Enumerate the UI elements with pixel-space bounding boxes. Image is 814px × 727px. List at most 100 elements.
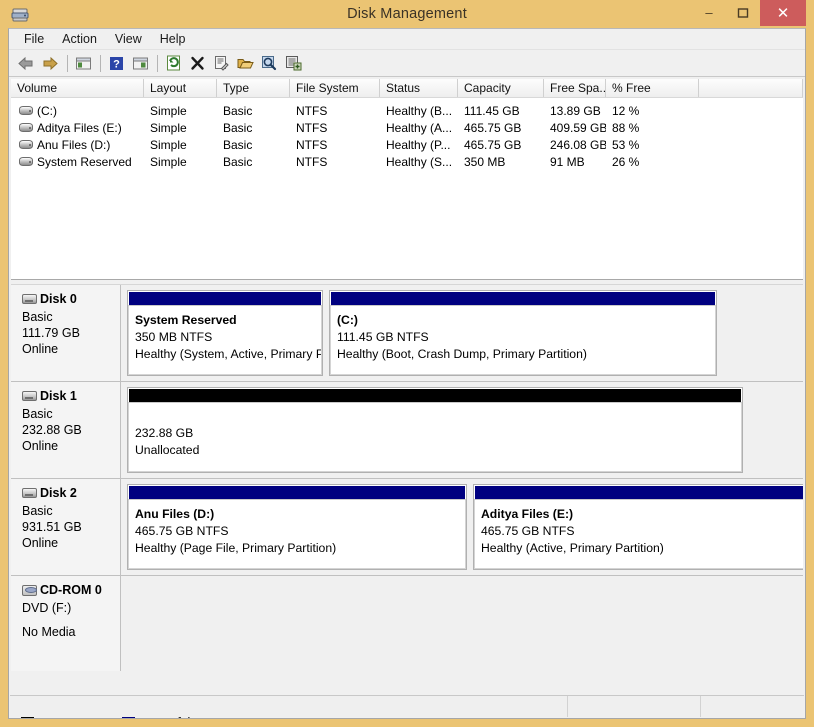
partition-color-bar: [128, 388, 742, 402]
cell-type: Basic: [223, 154, 253, 169]
help-icon[interactable]: ?: [105, 52, 127, 74]
partition-details: 232.88 GB Unallocated: [128, 402, 742, 472]
cell-volume-label: Anu Files (D:): [37, 137, 111, 152]
cell-layout: Simple: [150, 137, 187, 152]
disk-info-cdrom-0: CD-ROM 0 DVD (F:) No Media: [11, 576, 121, 671]
menu-file[interactable]: File: [15, 30, 53, 49]
disk-info-disk-0: Disk 0 Basic 111.79 GB Online: [11, 285, 121, 381]
disk-row-cdrom-0[interactable]: CD-ROM 0 DVD (F:) No Media: [11, 576, 803, 671]
menu-help[interactable]: Help: [151, 30, 195, 49]
cell-volume-label: System Reserved: [37, 154, 132, 169]
disk-row-disk-0[interactable]: Disk 0 Basic 111.79 GB Online System Res…: [11, 285, 803, 382]
menu-view[interactable]: View: [106, 30, 151, 49]
partition-name: Anu Files (D:): [135, 507, 215, 521]
disk-type-label: Basic: [22, 310, 53, 324]
column-header-file-system[interactable]: File System: [290, 79, 380, 97]
disk-title-disk-1: Disk 1: [22, 389, 120, 403]
up-one-level-icon[interactable]: [72, 52, 94, 74]
rescan-disks-icon[interactable]: [162, 52, 184, 74]
cell-type: Basic: [223, 120, 253, 135]
svg-text:?: ?: [113, 58, 120, 70]
disk-partitions-disk-2: Anu Files (D:) 465.75 GB NTFS Healthy (P…: [121, 479, 803, 575]
disk-size-label: 931.51 GB: [22, 520, 82, 534]
drive-icon: [19, 106, 33, 115]
tool-bar: ?: [9, 50, 805, 77]
disk-row-disk-1[interactable]: Disk 1 Basic 232.88 GB Online 232.88 GB …: [11, 382, 803, 479]
column-header-filler[interactable]: [699, 79, 803, 97]
partition-details: System Reserved 350 MB NTFS Healthy (Sys…: [128, 305, 322, 375]
partition-details: (C:) 111.45 GB NTFS Healthy (Boot, Crash…: [330, 305, 716, 375]
forward-icon[interactable]: [39, 52, 61, 74]
partition-name: (C:): [337, 313, 358, 327]
column-header-status[interactable]: Status: [380, 79, 458, 97]
disk-partitions-disk-1: 232.88 GB Unallocated: [121, 382, 803, 478]
maximize-button[interactable]: [726, 0, 760, 26]
disk-title-cdrom-0: CD-ROM 0: [22, 583, 120, 597]
column-header-volume[interactable]: Volume: [11, 79, 144, 97]
disk-name-label: CD-ROM 0: [40, 583, 102, 597]
menu-bar: File Action View Help: [9, 29, 805, 50]
cell-percent-free: 88 %: [612, 120, 640, 135]
export-list-icon[interactable]: [282, 52, 304, 74]
cell-volume: Aditya Files (E:): [11, 121, 144, 135]
partition-aditya-files-e[interactable]: Aditya Files (E:) 465.75 GB NTFS Healthy…: [473, 484, 803, 570]
column-header-free-space[interactable]: Free Spa...: [544, 79, 606, 97]
cell-capacity: 465.75 GB: [464, 137, 522, 152]
drive-icon: [19, 123, 33, 132]
toolbar-separator: [100, 54, 101, 72]
column-header-layout[interactable]: Layout: [144, 79, 217, 97]
search-icon[interactable]: [258, 52, 280, 74]
show-hide-console-tree-icon[interactable]: [129, 52, 151, 74]
disk-partitions-disk-0: System Reserved 350 MB NTFS Healthy (Sys…: [121, 285, 803, 381]
table-row[interactable]: (C:) Simple Basic NTFS Healthy (B... 111…: [11, 102, 803, 119]
properties-icon[interactable]: [210, 52, 232, 74]
disk-type-label: Basic: [22, 407, 53, 421]
cell-percent-free: 12 %: [612, 103, 640, 118]
menu-action[interactable]: Action: [53, 30, 106, 49]
close-button[interactable]: ✕: [760, 0, 806, 26]
minimize-button[interactable]: –: [692, 0, 726, 26]
cell-volume: System Reserved: [11, 155, 144, 169]
table-row[interactable]: Aditya Files (E:) Simple Basic NTFS Heal…: [11, 119, 803, 136]
delete-icon[interactable]: [186, 52, 208, 74]
cell-file-system: NTFS: [296, 154, 328, 169]
partition-system-reserved[interactable]: System Reserved 350 MB NTFS Healthy (Sys…: [127, 290, 323, 376]
cell-volume: Anu Files (D:): [11, 138, 144, 152]
disk-row-disk-2[interactable]: Disk 2 Basic 931.51 GB Online Anu Files …: [11, 479, 803, 576]
cell-layout: Simple: [150, 103, 187, 118]
column-header-type[interactable]: Type: [217, 79, 290, 97]
volume-list-body: (C:) Simple Basic NTFS Healthy (B... 111…: [11, 98, 803, 170]
partition-unallocated[interactable]: 232.88 GB Unallocated: [127, 387, 743, 473]
partition-size-fs: 465.75 GB NTFS: [135, 524, 229, 538]
disk-graphical-view: Disk 0 Basic 111.79 GB Online System Res…: [11, 285, 803, 700]
column-header-capacity[interactable]: Capacity: [458, 79, 544, 97]
table-row[interactable]: System Reserved Simple Basic NTFS Health…: [11, 153, 803, 170]
partition-color-bar: [474, 485, 803, 499]
partition-name: Aditya Files (E:): [481, 507, 574, 521]
disk-type-label: Basic: [22, 504, 53, 518]
partition-details: Aditya Files (E:) 465.75 GB NTFS Healthy…: [474, 499, 803, 569]
partition-size-fs: 350 MB NTFS: [135, 330, 213, 344]
disk-title-disk-2: Disk 2: [22, 486, 120, 500]
cell-layout: Simple: [150, 120, 187, 135]
partition-anu-files-d[interactable]: Anu Files (D:) 465.75 GB NTFS Healthy (P…: [127, 484, 467, 570]
cell-volume-label: (C:): [37, 103, 57, 118]
partition-details: Anu Files (D:) 465.75 GB NTFS Healthy (P…: [128, 499, 466, 569]
cell-free-space: 246.08 GB: [550, 137, 606, 152]
disk-size-label: 232.88 GB: [22, 423, 82, 437]
column-header-percent-free[interactable]: % Free: [606, 79, 699, 97]
partition-c-drive[interactable]: (C:) 111.45 GB NTFS Healthy (Boot, Crash…: [329, 290, 717, 376]
partition-size-fs: 465.75 GB NTFS: [481, 524, 575, 538]
cell-status: Healthy (P...: [386, 137, 451, 152]
partition-status: Healthy (Boot, Crash Dump, Primary Parti…: [337, 347, 587, 361]
cell-free-space: 91 MB: [550, 154, 585, 169]
cell-volume-label: Aditya Files (E:): [37, 120, 122, 135]
disk-title-disk-0: Disk 0: [22, 292, 120, 306]
table-row[interactable]: Anu Files (D:) Simple Basic NTFS Healthy…: [11, 136, 803, 153]
back-icon[interactable]: [15, 52, 37, 74]
open-icon[interactable]: [234, 52, 256, 74]
disk-size-label: 111.79 GB: [22, 326, 80, 340]
disk-free-area: [749, 387, 803, 473]
disk-name-label: Disk 0: [40, 292, 77, 306]
cell-status: Healthy (A...: [386, 120, 453, 135]
